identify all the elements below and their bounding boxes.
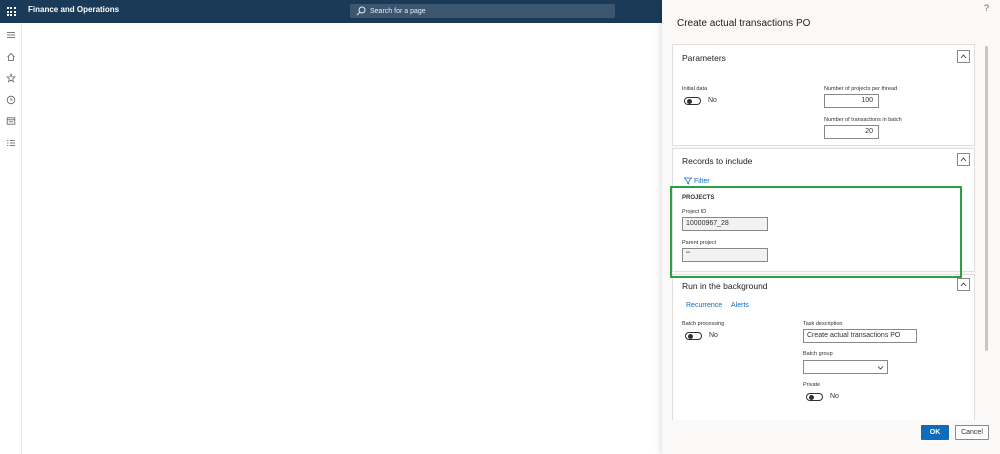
home-icon[interactable] <box>6 52 16 62</box>
section-header[interactable]: Run in the background <box>682 281 768 291</box>
chevron-up-icon <box>960 54 967 59</box>
alerts-link[interactable]: Alerts <box>731 302 749 309</box>
chevron-up-icon <box>960 157 967 162</box>
help-icon[interactable]: ? <box>984 3 989 13</box>
search-icon <box>356 6 366 16</box>
workspace-icon[interactable] <box>6 116 16 126</box>
batch-group-select[interactable] <box>803 360 888 374</box>
background-section: Run in the background Recurrence Alerts … <box>672 274 975 420</box>
dialog-title: Create actual transactions PO <box>677 18 811 29</box>
field-label: Initial data <box>682 86 708 92</box>
ok-button[interactable]: OK <box>921 425 949 440</box>
toggle-value: No <box>830 393 839 400</box>
chevron-down-icon <box>877 366 884 370</box>
filter-icon <box>684 177 692 185</box>
scrollbar[interactable] <box>985 46 988 351</box>
field-label: Number of transactions in batch <box>824 117 902 123</box>
cancel-button[interactable]: Cancel <box>955 425 989 440</box>
toggle-value: No <box>709 332 718 339</box>
field-label: Number of projects per thread <box>824 86 898 92</box>
left-navigation <box>0 23 22 454</box>
field-label: Batch group <box>803 351 833 357</box>
field-label: Task description <box>803 321 843 327</box>
projects-per-thread-input[interactable]: 100 <box>824 94 879 108</box>
filter-link[interactable]: Filter <box>684 177 710 185</box>
clock-icon[interactable] <box>6 95 16 105</box>
parameters-section: Parameters Initial data No Number of pro… <box>672 44 975 146</box>
search-input[interactable]: Search for a page <box>350 4 615 18</box>
collapse-button[interactable] <box>957 153 970 166</box>
list-icon[interactable] <box>6 138 16 148</box>
app-title[interactable]: Finance and Operations <box>28 5 119 14</box>
transactions-in-batch-input[interactable]: 20 <box>824 125 879 139</box>
initial-data-toggle[interactable] <box>684 97 701 105</box>
menu-icon[interactable] <box>6 30 16 40</box>
star-icon[interactable] <box>6 73 16 83</box>
filter-label: Filter <box>694 177 710 185</box>
batch-processing-toggle[interactable] <box>685 332 702 340</box>
field-label: Private <box>803 382 821 388</box>
recurrence-link[interactable]: Recurrence <box>686 302 722 309</box>
highlight-box <box>670 186 962 278</box>
search-placeholder: Search for a page <box>370 7 426 15</box>
workspace-content <box>22 23 662 454</box>
section-header[interactable]: Records to include <box>682 156 752 166</box>
collapse-button[interactable] <box>957 50 970 63</box>
field-label: Batch processing <box>682 321 725 327</box>
app-launcher-icon[interactable] <box>0 0 22 23</box>
section-header[interactable]: Parameters <box>682 53 726 63</box>
chevron-up-icon <box>960 282 967 287</box>
private-toggle[interactable] <box>806 393 823 401</box>
task-description-input[interactable]: Create actual transactions PO <box>803 329 917 343</box>
collapse-button[interactable] <box>957 278 970 291</box>
toggle-value: No <box>708 97 717 104</box>
